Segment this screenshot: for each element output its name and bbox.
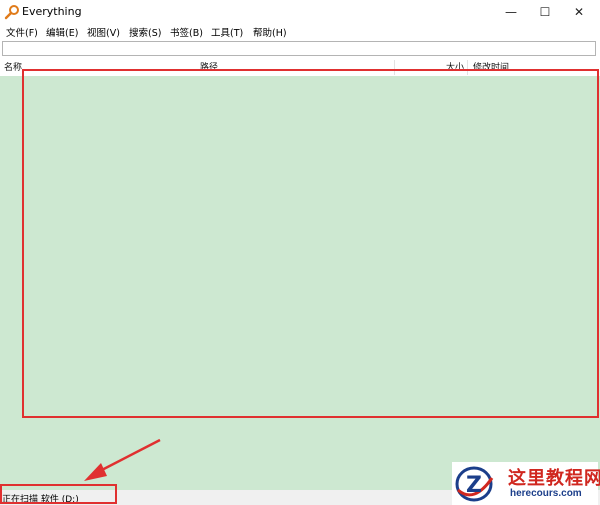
watermark-url: herecours.com bbox=[510, 488, 582, 499]
annotation-arrow-icon bbox=[84, 438, 161, 481]
watermark: Z 这里教程网 herecours.com bbox=[452, 462, 600, 505]
watermark-logo-icon: Z bbox=[455, 466, 494, 502]
watermark-logo-letter: Z bbox=[466, 473, 482, 498]
watermark-title: 这里教程网 bbox=[508, 468, 600, 489]
